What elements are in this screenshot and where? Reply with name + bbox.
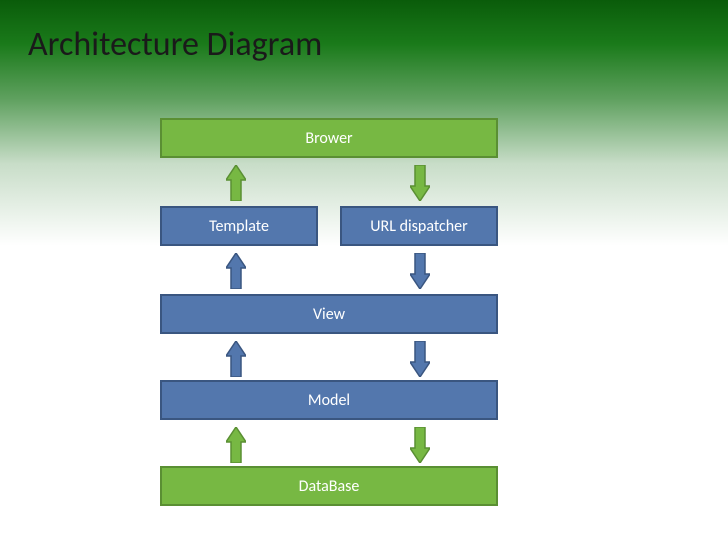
box-template-label: Template: [209, 217, 269, 236]
arrow-up-icon: [226, 427, 246, 463]
box-template: Template: [160, 206, 318, 246]
arrow-up-icon: [226, 341, 246, 377]
architecture-diagram: Brower Template URL dispatcher View Mode…: [0, 0, 728, 546]
box-browser-label: Brower: [305, 129, 352, 148]
box-database: DataBase: [160, 466, 498, 506]
box-url-dispatcher: URL dispatcher: [340, 206, 498, 246]
box-url-dispatcher-label: URL dispatcher: [370, 217, 467, 236]
arrow-down-icon: [410, 165, 430, 201]
box-view: View: [160, 294, 498, 334]
box-browser: Brower: [160, 118, 498, 158]
arrow-down-icon: [410, 427, 430, 463]
box-model-label: Model: [308, 391, 350, 410]
arrow-down-icon: [410, 253, 430, 289]
arrow-up-icon: [226, 253, 246, 289]
box-database-label: DataBase: [299, 477, 360, 496]
box-model: Model: [160, 380, 498, 420]
arrow-up-icon: [226, 165, 246, 201]
arrow-down-icon: [410, 341, 430, 377]
box-view-label: View: [313, 305, 345, 324]
